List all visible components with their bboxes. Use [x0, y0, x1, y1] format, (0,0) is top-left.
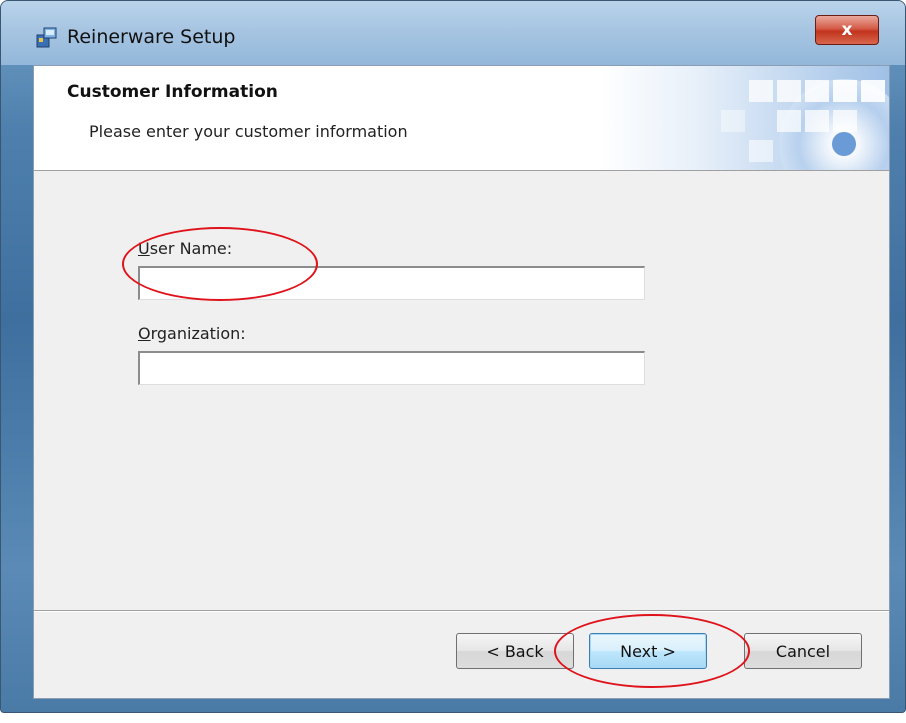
- footer-separator: [34, 610, 889, 612]
- setup-window: Reinerware Setup x Customer Information …: [0, 0, 906, 713]
- page-subtitle: Please enter your customer information: [89, 122, 408, 141]
- back-button[interactable]: < Back: [456, 633, 574, 669]
- page-title: Customer Information: [67, 82, 278, 102]
- organization-input[interactable]: [138, 351, 645, 385]
- next-button[interactable]: Next >: [589, 633, 707, 669]
- close-button[interactable]: x: [815, 15, 879, 45]
- title-bar[interactable]: Reinerware Setup x: [1, 1, 905, 65]
- close-icon: x: [841, 20, 853, 40]
- cancel-button[interactable]: Cancel: [744, 633, 862, 669]
- organization-label: Organization:: [138, 324, 246, 343]
- user-name-input[interactable]: [138, 266, 645, 300]
- banner-graphic: [599, 66, 889, 170]
- user-name-label: User Name:: [138, 239, 233, 258]
- dialog-client-area: Customer Information Please enter your c…: [33, 65, 890, 699]
- window-title: Reinerware Setup: [67, 26, 236, 48]
- header-banner: Customer Information Please enter your c…: [34, 66, 889, 171]
- installer-icon: [36, 27, 57, 48]
